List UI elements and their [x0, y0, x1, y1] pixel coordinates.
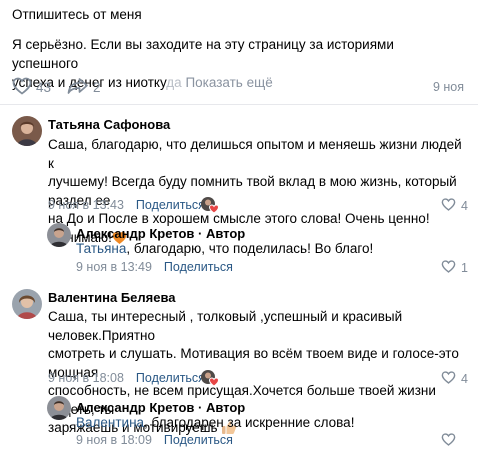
comment-like-count: 4: [461, 372, 468, 386]
post-title: Отпишитесь от меня: [12, 7, 142, 22]
avatar[interactable]: [12, 289, 42, 319]
avatar[interactable]: [47, 223, 71, 247]
share-button[interactable]: Поделиться: [164, 260, 233, 274]
reply-meta: 9 ноя в 18:09 Поделиться: [76, 433, 233, 447]
reply-text: Валентина, благодарен за искренние слова…: [76, 414, 466, 433]
avatar[interactable]: [47, 396, 71, 420]
comment-like-count: 4: [461, 199, 468, 213]
comment-meta: 9 ноя в 13:43 Поделиться: [48, 198, 205, 212]
share-arrow-icon: [67, 77, 93, 98]
post-like-button[interactable]: 43: [12, 77, 51, 98]
reply-text: Татьяна, благодарю, что поделилась! Во б…: [76, 240, 466, 259]
post-actions: 43 2: [12, 77, 117, 98]
divider: [0, 104, 478, 105]
reply-date[interactable]: 9 ноя в 13:49: [76, 260, 152, 274]
heart-outline-icon: [441, 260, 461, 276]
reply-date[interactable]: 9 ноя в 18:09: [76, 433, 152, 447]
post-date: 9 ноя: [432, 80, 464, 94]
heart-outline-icon: [441, 433, 461, 449]
post-text-line-1: Я серьёзно. Если вы заходите на эту стра…: [12, 37, 394, 71]
post-share-count: 2: [93, 79, 101, 95]
reply-author-name[interactable]: Александр Кретов: [76, 226, 194, 241]
author-reaction-heart: [200, 369, 220, 387]
comment-like-button[interactable]: 4: [441, 198, 468, 214]
reply-author[interactable]: Александр Кретов · Автор: [76, 400, 245, 415]
heart-outline-icon: [441, 371, 461, 387]
comment-date[interactable]: 9 ноя в 18:08: [48, 371, 124, 385]
comment-text-line: Саша, ты интересный , толковый ,успешный…: [48, 309, 403, 343]
comment-like-button[interactable]: 4: [441, 371, 468, 387]
reply-text-body: , благодарю, что поделилась! Во благо!: [126, 241, 374, 256]
post-share-button[interactable]: 2: [67, 77, 101, 98]
comment-text-line: Саша, благодарю, что делишься опытом и м…: [48, 137, 462, 171]
post-text-faded: да: [166, 75, 182, 90]
reply-text-body: , благодарен за искренние слова!: [144, 415, 355, 430]
comment-author[interactable]: Татьяна Сафонова: [48, 117, 170, 132]
mention-link[interactable]: Татьяна: [76, 241, 126, 256]
comment-author[interactable]: Валентина Беляева: [48, 290, 176, 305]
mention-link[interactable]: Валентина: [76, 415, 144, 430]
reply-like-button[interactable]: 1: [441, 260, 468, 276]
share-button[interactable]: Поделиться: [136, 198, 205, 212]
share-button[interactable]: Поделиться: [136, 371, 205, 385]
avatar[interactable]: [12, 116, 42, 146]
author-reaction-heart: [200, 196, 220, 214]
reply-like-button[interactable]: [441, 433, 461, 449]
author-role-badge: · Автор: [194, 400, 246, 415]
post-like-count: 43: [36, 79, 52, 95]
heart-outline-icon: [441, 198, 461, 214]
comment-date[interactable]: 9 ноя в 13:43: [48, 198, 124, 212]
author-role-badge: · Автор: [194, 226, 246, 241]
show-more-link[interactable]: Показать ещё: [185, 75, 272, 90]
share-button[interactable]: Поделиться: [164, 433, 233, 447]
reply-meta: 9 ноя в 13:49 Поделиться: [76, 260, 233, 274]
reply-author-name[interactable]: Александр Кретов: [76, 400, 194, 415]
comment-meta: 9 ноя в 18:08 Поделиться: [48, 371, 205, 385]
heart-outline-icon: [12, 77, 36, 98]
reply-author[interactable]: Александр Кретов · Автор: [76, 226, 245, 241]
reply-like-count: 1: [461, 261, 468, 275]
